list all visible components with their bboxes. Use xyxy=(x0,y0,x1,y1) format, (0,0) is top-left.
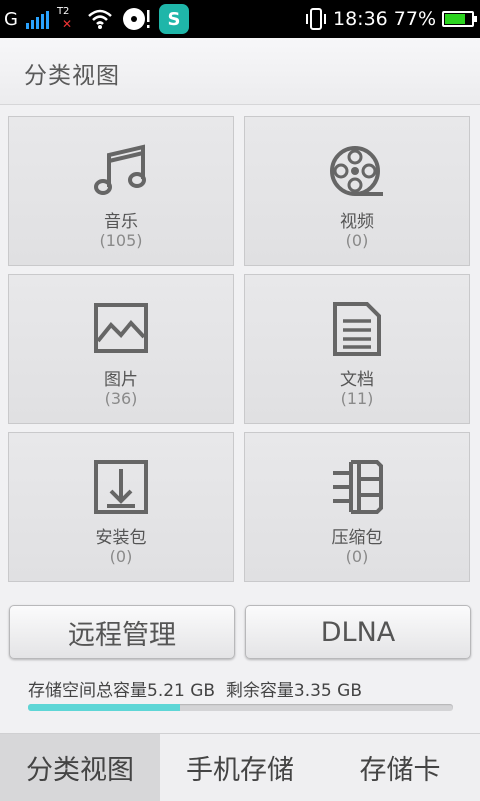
category-music-tile[interactable]: 音乐 (105) xyxy=(8,116,234,266)
category-document-tile[interactable]: 文档 (11) xyxy=(244,274,470,424)
dlna-button[interactable]: DLNA xyxy=(245,605,471,659)
picture-icon xyxy=(94,303,148,353)
category-count: (105) xyxy=(99,231,143,250)
category-picture-tile[interactable]: 图片 (36) xyxy=(8,274,234,424)
category-apk-tile[interactable]: 安装包 (0) xyxy=(8,432,234,582)
category-count: (0) xyxy=(109,547,133,566)
page-title: 分类视图 xyxy=(24,63,120,89)
storage-info: 存储空间总容量5.21 GB 剩余容量3.35 GB xyxy=(28,681,362,701)
document-icon xyxy=(333,302,381,356)
tab-phone-storage[interactable]: 手机存储 xyxy=(160,734,320,801)
shield-app-icon: S xyxy=(158,4,189,34)
category-count: (0) xyxy=(345,231,369,250)
category-label: 文档 xyxy=(340,370,374,390)
storage-progress-fill xyxy=(28,704,180,711)
film-reel-icon xyxy=(330,146,383,196)
status-right: 18:36 77% xyxy=(305,4,477,34)
music-note-icon xyxy=(94,144,146,195)
clock: 18:36 xyxy=(333,8,388,30)
download-package-icon xyxy=(94,460,148,514)
category-count: (0) xyxy=(345,547,369,566)
category-video-tile[interactable]: 视频 (0) xyxy=(244,116,470,266)
category-archive-tile[interactable]: 压缩包 (0) xyxy=(244,432,470,582)
tab-category-view[interactable]: 分类视图 xyxy=(0,734,160,801)
bottom-tab-bar: 分类视图 手机存储 存储卡 xyxy=(0,733,480,801)
category-count: (36) xyxy=(104,389,138,408)
signal-icon xyxy=(25,9,49,29)
storage-progress-bar xyxy=(28,704,453,711)
header: 分类视图 xyxy=(0,38,480,105)
archive-icon xyxy=(333,460,383,514)
category-count: (11) xyxy=(340,389,374,408)
sim1-label: G xyxy=(4,8,18,30)
remote-manage-button[interactable]: 远程管理 xyxy=(9,605,235,659)
category-label: 安装包 xyxy=(95,528,147,548)
category-label: 视频 xyxy=(340,212,374,232)
battery-percent: 77% xyxy=(393,8,436,30)
sim2-icon: T2 ✕ xyxy=(56,6,73,31)
status-bar: G T2 ✕ S 18:36 77% xyxy=(0,0,480,38)
vibrate-icon xyxy=(306,8,326,30)
status-left: G T2 ✕ S xyxy=(4,4,189,34)
category-label: 压缩包 xyxy=(331,528,383,548)
category-label: 音乐 xyxy=(104,212,138,232)
wifi-icon xyxy=(88,9,112,29)
category-label: 图片 xyxy=(104,370,138,390)
tab-sd-card[interactable]: 存储卡 xyxy=(320,734,480,801)
cd-icon xyxy=(122,8,150,30)
battery-icon xyxy=(442,11,477,27)
